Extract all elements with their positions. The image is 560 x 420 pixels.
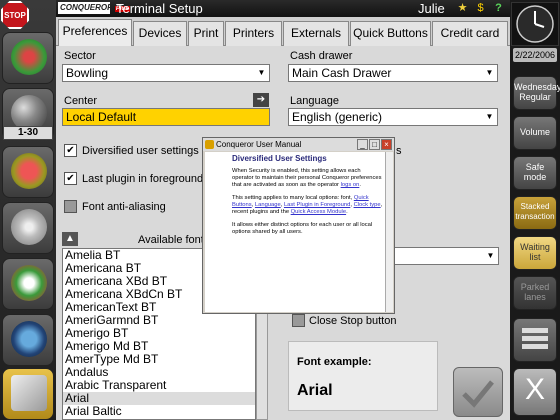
- tab-bar: Preferences Devices Print Printers Exter…: [56, 17, 510, 47]
- dialog-paragraph: This setting applies to many local optio…: [232, 195, 383, 215]
- app-logo: CONQUEROR Plus: [58, 2, 130, 14]
- available-fonts-label: Available fonts: [138, 234, 210, 246]
- clock-icon: [516, 5, 554, 43]
- partial-option-label: s: [396, 145, 402, 157]
- clock-type-link[interactable]: Clock type: [354, 202, 381, 208]
- current-user: Julie: [418, 1, 445, 16]
- last-plugin-checkbox[interactable]: ✔: [64, 172, 77, 185]
- tab-credit-card[interactable]: Credit card: [432, 21, 508, 46]
- cash-drawer-value: Main Cash Drawer: [292, 66, 392, 80]
- gears-icon: [11, 209, 47, 245]
- language-label: Language: [290, 95, 339, 107]
- transfer-icon: [11, 265, 47, 301]
- logs-on-link[interactable]: logs on: [341, 182, 360, 188]
- language-dropdown[interactable]: English (generic) ▼: [288, 108, 498, 126]
- shift-button[interactable]: Wednesday Regular: [513, 76, 560, 110]
- language-link[interactable]: Language: [255, 202, 281, 208]
- chevron-down-icon: ▼: [485, 68, 494, 77]
- diversified-checkbox[interactable]: ✔: [64, 144, 77, 157]
- food-icon: [11, 153, 47, 189]
- ok-button[interactable]: [453, 367, 503, 417]
- star-icon[interactable]: ★: [456, 2, 469, 15]
- tab-externals[interactable]: Externals: [283, 21, 349, 46]
- close-button[interactable]: X: [513, 368, 557, 416]
- diversified-label: Diversified user settings: [82, 145, 199, 157]
- chevron-down-icon: ▼: [257, 68, 266, 77]
- arrow-right-icon[interactable]: ➔: [253, 93, 269, 107]
- window-title: Terminal Setup: [116, 1, 203, 16]
- close-stop-checkbox[interactable]: [292, 314, 305, 327]
- gears-button[interactable]: [2, 202, 54, 254]
- user-manual-dialog: Conqueror User Manual _ □ × Diversified …: [202, 137, 395, 314]
- lane-range-badge: 1-30: [3, 126, 53, 140]
- dialog-content: Diversified User Settings When Security …: [205, 152, 387, 312]
- sector-dropdown[interactable]: Bowling ▼: [62, 64, 270, 82]
- dialog-titlebar: Conqueror User Manual _ □ ×: [203, 138, 394, 151]
- left-sidebar: STOP 1-30: [0, 0, 56, 420]
- clock-widget: [511, 2, 559, 46]
- font-example-value: Arial: [297, 382, 333, 399]
- tab-devices[interactable]: Devices: [133, 21, 187, 46]
- tab-printers[interactable]: Printers: [225, 21, 282, 46]
- last-plugin-link[interactable]: Last Plugin in Foreground: [284, 202, 350, 208]
- list-item[interactable]: Arial Baltic: [63, 405, 255, 418]
- chevron-down-icon: ▼: [486, 251, 495, 260]
- close-icon[interactable]: ×: [381, 139, 392, 150]
- help-icon[interactable]: ?: [492, 2, 505, 15]
- setup-icon: [11, 375, 47, 411]
- manual-icon: [205, 140, 214, 149]
- person-icon: [11, 321, 47, 357]
- clock-type-dropdown[interactable]: ▼: [391, 247, 499, 265]
- dollar-icon[interactable]: $: [474, 2, 487, 15]
- cash-drawer-dropdown[interactable]: Main Cash Drawer ▼: [288, 64, 498, 82]
- safe-mode-button[interactable]: Safe mode: [513, 156, 557, 190]
- quick-access-link[interactable]: Quick Access Module: [291, 209, 346, 215]
- stacked-transaction-button[interactable]: Stacked transaction: [513, 196, 557, 230]
- title-bar: CONQUEROR Plus Terminal Setup Julie ★ $ ?: [56, 0, 510, 17]
- font-example-box: Font example: Arial: [288, 341, 438, 411]
- refresh-icon: [11, 39, 47, 75]
- right-sidebar: 2/22/2006 Wednesday Regular Volume Safe …: [510, 0, 560, 420]
- anti-aliasing-checkbox[interactable]: [64, 200, 77, 213]
- transfer-button[interactable]: [2, 258, 54, 310]
- minimize-icon[interactable]: _: [357, 139, 368, 150]
- language-value: English (generic): [292, 110, 383, 124]
- anti-aliasing-label: Font anti-aliasing: [82, 201, 166, 213]
- center-field[interactable]: Local Default: [62, 108, 270, 126]
- dialog-heading: Diversified User Settings: [232, 154, 327, 163]
- arrow-up-icon[interactable]: ▲: [62, 232, 78, 246]
- list-item[interactable]: Arabic Transparent: [63, 379, 255, 392]
- volume-button[interactable]: Volume: [513, 116, 557, 150]
- font-example-label: Font example:: [297, 356, 372, 368]
- food-button[interactable]: [2, 146, 54, 198]
- tab-quick-buttons[interactable]: Quick Buttons: [350, 21, 431, 46]
- parked-lanes-button[interactable]: Parked lanes: [513, 276, 557, 310]
- sector-label: Sector: [64, 50, 96, 62]
- chevron-down-icon: ▼: [485, 112, 494, 121]
- dialog-paragraph: When Security is enabled, this setting a…: [232, 168, 382, 188]
- cash-drawer-label: Cash drawer: [290, 50, 353, 62]
- list-icon: [522, 328, 548, 349]
- staff-button[interactable]: [2, 314, 54, 366]
- sector-value: Bowling: [66, 66, 109, 80]
- setup-button[interactable]: [2, 368, 54, 420]
- dialog-paragraph: It allows either distinct options for ea…: [232, 222, 373, 235]
- maximize-icon[interactable]: □: [369, 139, 380, 150]
- last-plugin-label: Last plugin in foreground: [82, 173, 204, 185]
- date-display: 2/22/2006: [513, 48, 557, 62]
- waiting-list-button[interactable]: Waiting list: [513, 236, 557, 270]
- check-pen-icon: [462, 380, 494, 408]
- stop-button[interactable]: STOP: [1, 1, 29, 29]
- tab-preferences[interactable]: Preferences: [58, 19, 132, 47]
- center-label: Center: [64, 95, 98, 107]
- refresh-users-button[interactable]: [2, 32, 54, 84]
- tab-print[interactable]: Print: [188, 21, 224, 46]
- menu-button[interactable]: [513, 318, 557, 362]
- dialog-scrollbar[interactable]: [385, 152, 393, 312]
- close-stop-label: Close Stop button: [309, 315, 397, 327]
- app-root: STOP 1-30 CONQUEROR Plus Terminal Setup J…: [0, 0, 560, 420]
